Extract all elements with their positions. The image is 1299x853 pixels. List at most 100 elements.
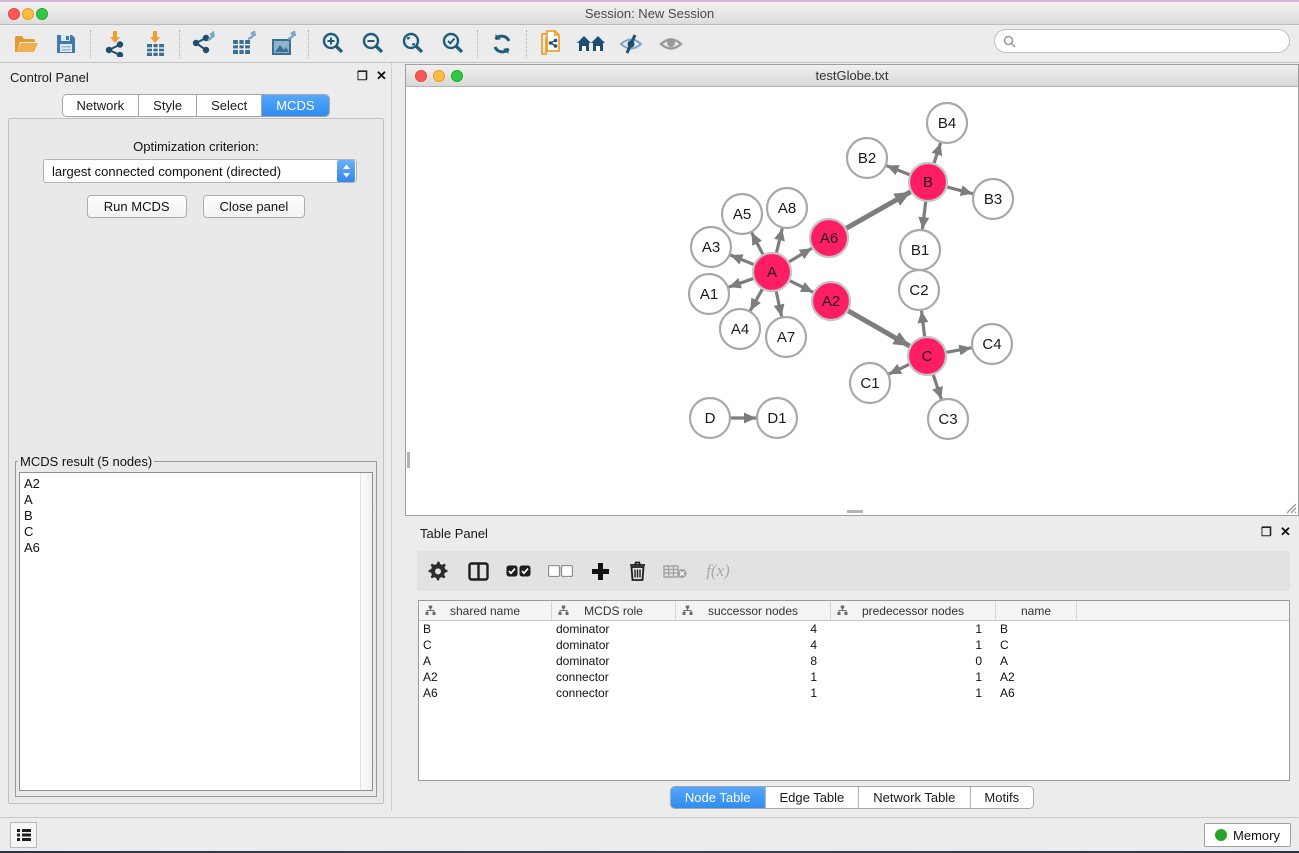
- export-network-icon[interactable]: [184, 27, 224, 61]
- graph-edge-A-A4[interactable]: [750, 288, 763, 311]
- graph-node-A7[interactable]: A7: [766, 317, 806, 357]
- delete-table-icon[interactable]: [655, 554, 695, 588]
- graph-edge-B-B2[interactable]: [887, 166, 912, 176]
- export-image-icon[interactable]: [264, 27, 304, 61]
- table-cell[interactable]: A6: [419, 685, 552, 701]
- graph-edge-A-A1[interactable]: [729, 278, 755, 287]
- window-resize-grip[interactable]: [1283, 500, 1297, 514]
- mcds-result-item[interactable]: A2: [24, 476, 372, 492]
- graph-node-B[interactable]: B: [909, 163, 947, 201]
- table-cell[interactable]: 1: [676, 669, 831, 685]
- graph-edge-A-A6[interactable]: [787, 248, 811, 263]
- table-cell[interactable]: A6: [996, 685, 1077, 701]
- tab-motifs[interactable]: Motifs: [970, 787, 1033, 808]
- graph-edge-C-C3[interactable]: [933, 373, 942, 399]
- fit-content-icon[interactable]: [393, 27, 433, 61]
- mcds-result-item[interactable]: C: [24, 524, 372, 540]
- close-panel-icon[interactable]: ✕: [376, 69, 387, 83]
- column-header-predecessor-nodes[interactable]: predecessor nodes: [831, 601, 996, 621]
- open-session-icon[interactable]: [6, 27, 46, 61]
- import-network-icon[interactable]: [95, 27, 135, 61]
- show-panels-icon[interactable]: [651, 27, 691, 61]
- table-cell[interactable]: 1: [831, 637, 996, 653]
- search-box[interactable]: [994, 29, 1290, 53]
- graph-node-C2[interactable]: C2: [899, 270, 939, 310]
- graph-node-D1[interactable]: D1: [757, 398, 797, 438]
- import-table-icon[interactable]: [135, 27, 175, 61]
- graph-node-C4[interactable]: C4: [972, 324, 1012, 364]
- graph-edge-A-A7[interactable]: [776, 290, 782, 317]
- deselect-all-icon[interactable]: [539, 554, 581, 588]
- task-history-icon[interactable]: [10, 822, 37, 848]
- result-list-scrollbar[interactable]: [360, 473, 372, 790]
- float-panel-icon[interactable]: ❐: [357, 69, 368, 83]
- table-cell[interactable]: dominator: [552, 621, 676, 637]
- graph-node-D[interactable]: D: [690, 398, 730, 438]
- table-cell[interactable]: A2: [996, 669, 1077, 685]
- table-cell[interactable]: dominator: [552, 637, 676, 653]
- export-table-icon[interactable]: [224, 27, 264, 61]
- save-session-icon[interactable]: [46, 27, 86, 61]
- column-header-successor-nodes[interactable]: successor nodes: [676, 601, 831, 621]
- graph-node-B3[interactable]: B3: [973, 179, 1013, 219]
- graph-node-C[interactable]: C: [908, 337, 946, 375]
- canvas-horizontal-scroll-mark[interactable]: [847, 510, 863, 513]
- delete-icon[interactable]: [619, 554, 655, 588]
- canvas-vertical-scroll-mark[interactable]: [407, 452, 410, 468]
- table-row[interactable]: Cdominator41C: [419, 637, 1289, 653]
- table-cell[interactable]: A: [419, 653, 552, 669]
- table-cell[interactable]: dominator: [552, 653, 676, 669]
- graph-edge-C-C2[interactable]: [922, 311, 925, 338]
- table-cell[interactable]: 8: [676, 653, 831, 669]
- table-row[interactable]: Bdominator41B: [419, 621, 1289, 637]
- graph-edge-A-A3[interactable]: [730, 255, 755, 265]
- table-cell[interactable]: 0: [831, 653, 996, 669]
- mcds-result-item[interactable]: A: [24, 492, 372, 508]
- graph-edge-A-A8[interactable]: [776, 228, 782, 254]
- network-canvas[interactable]: B4B2BB3A5A8A6B1A3AA1C2A2A4A7C4CC1C3DD1: [406, 88, 1298, 515]
- graph-edge-A-A2[interactable]: [788, 280, 813, 292]
- new-network-icon[interactable]: [531, 27, 571, 61]
- tab-edge-table[interactable]: Edge Table: [765, 787, 859, 808]
- hide-panels-icon[interactable]: [611, 27, 651, 61]
- refresh-icon[interactable]: [482, 27, 522, 61]
- mcds-result-item[interactable]: A6: [24, 540, 372, 556]
- table-cell[interactable]: B: [419, 621, 552, 637]
- table-cell[interactable]: A2: [419, 669, 552, 685]
- graph-edge-B-B3[interactable]: [945, 187, 972, 194]
- close-panel-button[interactable]: Close panel: [203, 195, 306, 218]
- gear-icon[interactable]: [417, 554, 459, 588]
- table-row[interactable]: A6connector11A6: [419, 685, 1289, 701]
- graph-node-C1[interactable]: C1: [850, 363, 890, 403]
- show-all-networks-icon[interactable]: [571, 27, 611, 61]
- table-cell[interactable]: 1: [831, 621, 996, 637]
- graph-node-A5[interactable]: A5: [722, 194, 762, 234]
- table-cell[interactable]: B: [996, 621, 1077, 637]
- table-cell[interactable]: A: [996, 653, 1077, 669]
- graph-node-A4[interactable]: A4: [720, 309, 760, 349]
- zoom-out-icon[interactable]: [353, 27, 393, 61]
- graph-node-C3[interactable]: C3: [928, 399, 968, 439]
- graph-node-A2[interactable]: A2: [812, 282, 850, 320]
- tab-mcds[interactable]: MCDS: [262, 95, 328, 116]
- table-cell[interactable]: connector: [552, 685, 676, 701]
- run-mcds-button[interactable]: Run MCDS: [87, 195, 187, 218]
- search-input[interactable]: [1021, 32, 1289, 50]
- optimization-criterion-dropdown[interactable]: largest connected component (directed): [43, 159, 357, 183]
- column-header-name[interactable]: name: [996, 601, 1077, 621]
- graph-edge-A2-C[interactable]: [847, 310, 910, 346]
- table-row[interactable]: A2connector11A2: [419, 669, 1289, 685]
- add-column-icon[interactable]: [581, 554, 619, 588]
- tab-select[interactable]: Select: [197, 95, 262, 116]
- split-columns-icon[interactable]: [459, 554, 497, 588]
- graph-edge-A6-B[interactable]: [845, 192, 911, 229]
- table-cell[interactable]: 1: [676, 685, 831, 701]
- table-cell[interactable]: 4: [676, 621, 831, 637]
- column-header-MCDS-role[interactable]: MCDS role: [552, 601, 676, 621]
- graph-edge-C-C4[interactable]: [945, 348, 972, 353]
- table-row[interactable]: Adominator80A: [419, 653, 1289, 669]
- graph-node-B2[interactable]: B2: [847, 138, 887, 178]
- table-cell[interactable]: C: [419, 637, 552, 653]
- graph-edge-B-B4[interactable]: [934, 143, 941, 165]
- table-close-panel-icon[interactable]: ✕: [1280, 525, 1291, 539]
